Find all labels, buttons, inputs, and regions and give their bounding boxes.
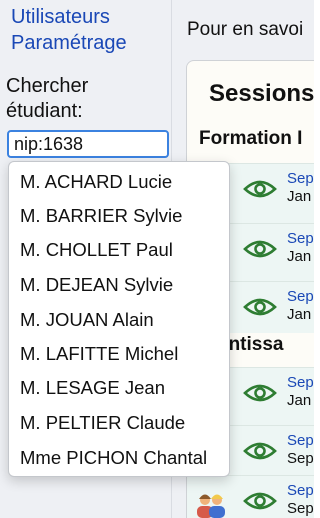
eye-icon[interactable] [243,490,277,512]
search-label-line2: étudiant: [6,100,83,122]
session-row[interactable]: Sep Sep [187,475,314,518]
session-row-date: Jan [287,306,312,323]
autocomplete-option[interactable]: M. ACHARD Lucie [20,171,172,193]
eye-icon[interactable] [243,382,277,404]
eye-icon[interactable] [243,440,277,462]
group-users-icon [197,494,225,518]
nav-link-users[interactable]: Utilisateurs [11,5,110,29]
search-student-input[interactable] [7,130,169,158]
session-row-date: Jan [287,188,312,205]
eye-icon[interactable] [243,178,277,200]
session-row-link[interactable]: Sep [287,288,314,306]
session-row-link[interactable]: Sep [287,432,314,450]
session-row-date: Sep [287,500,314,517]
nav-link-settings[interactable]: Paramétrage [11,31,127,55]
session-row-link[interactable]: Sep [287,374,314,392]
autocomplete-option[interactable]: M. JOUAN Alain [20,309,154,331]
section-title-formation: Formation I [199,128,303,149]
autocomplete-option[interactable]: M. LAFITTE Michel [20,343,178,365]
eye-icon[interactable] [243,238,277,260]
session-row-date: Jan [287,248,312,265]
autocomplete-option[interactable]: M. DEJEAN Sylvie [20,274,173,296]
session-row-date: Sep [287,450,314,467]
autocomplete-option[interactable]: M. BARRIER Sylvie [20,205,182,227]
autocomplete-option[interactable]: M. CHOLLET Paul [20,239,173,261]
autocomplete-option[interactable]: Mme PICHON Chantal [20,447,207,469]
autocomplete-option[interactable]: M. LESAGE Jean [20,377,165,399]
search-student-label: Chercher étudiant: [6,74,88,124]
info-text: Pour en savoi [187,19,304,40]
session-row-link[interactable]: Sep [287,170,314,188]
sessions-title: Sessions [209,80,314,107]
eye-icon[interactable] [243,296,277,318]
session-row-link[interactable]: Sep [287,482,314,500]
autocomplete-option[interactable]: M. PELTIER Claude [20,412,185,434]
session-row-link[interactable]: Sep [287,230,314,248]
student-autocomplete-dropdown: M. ACHARD Lucie M. BARRIER Sylvie M. CHO… [8,161,230,477]
search-label-line1: Chercher [6,75,89,97]
session-row-date: Jan [287,392,312,409]
